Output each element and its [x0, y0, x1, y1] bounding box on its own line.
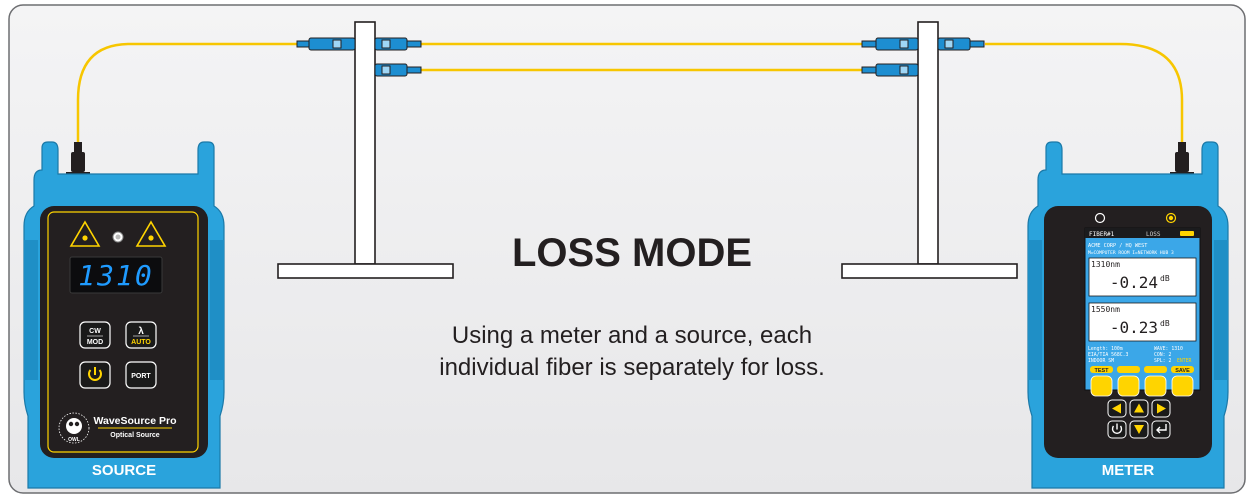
svg-text:SPL: 2: SPL: 2: [1154, 358, 1171, 364]
svg-text:LOSS: LOSS: [1146, 231, 1161, 238]
svg-text:EIA/TIA 568C.3: EIA/TIA 568C.3: [1088, 352, 1129, 358]
softkey-4[interactable]: [1171, 375, 1194, 397]
source-label: SOURCE: [92, 462, 156, 479]
svg-text:FIBER#1: FIBER#1: [1089, 231, 1115, 238]
svg-text:WAVE: 1310: WAVE: 1310: [1154, 346, 1183, 352]
svg-text:dB: dB: [1160, 274, 1170, 283]
wavelength-display-value: 1310: [78, 259, 153, 292]
svg-text:SAVE: SAVE: [1175, 368, 1190, 374]
svg-text:1310nm: 1310nm: [1091, 260, 1120, 269]
svg-text:INDOOR SM: INDOOR SM: [1088, 358, 1114, 364]
meter-device: FIBER#1 LOSS ACME CORP / HQ WEST M=COMPU…: [1027, 141, 1229, 489]
softkey-3[interactable]: [1144, 375, 1167, 397]
status-led: [112, 231, 124, 243]
cw-mod-button[interactable]: CW MOD: [79, 321, 111, 349]
description-line-2: individual fiber is separately for loss.: [439, 354, 825, 381]
svg-text:ACME CORP / HQ WEST: ACME CORP / HQ WEST: [1088, 243, 1147, 249]
svg-text:1550nm: 1550nm: [1091, 305, 1120, 314]
svg-text:dB: dB: [1160, 319, 1170, 328]
source-device: 1310 CW MOD λ AUTO PORT OWL WaveSource P…: [23, 141, 225, 489]
svg-text:ENTER: ENTER: [1177, 358, 1192, 364]
down-arrow-button[interactable]: [1129, 420, 1149, 439]
svg-text:Length: 100m: Length: 100m: [1088, 346, 1123, 352]
description-line-1: Using a meter and a source, each: [452, 322, 812, 349]
diagram-canvas: LOSS MODE Using a meter and a source, ea…: [8, 4, 1246, 494]
brand-name: WaveSource Pro: [93, 415, 176, 427]
svg-text:PORT: PORT: [131, 373, 151, 380]
svg-text:CON: 2: CON: 2: [1154, 352, 1171, 358]
lambda-auto-button[interactable]: λ AUTO: [125, 321, 157, 349]
up-arrow-button[interactable]: [1129, 399, 1149, 418]
svg-text:λ: λ: [138, 326, 144, 337]
reading-1-value: -0.24: [1110, 273, 1158, 292]
port-button[interactable]: PORT: [125, 361, 157, 389]
svg-text:M=COMPUTER ROOM I=NETWORK HUB: M=COMPUTER ROOM I=NETWORK HUB 3: [1088, 250, 1174, 256]
enter-button[interactable]: [1151, 420, 1171, 439]
left-arrow-button[interactable]: [1107, 399, 1127, 418]
softkey-1[interactable]: [1090, 375, 1113, 397]
reading-2-value: -0.23: [1110, 318, 1158, 337]
battery-icon: [1180, 231, 1194, 236]
diagram-title: LOSS MODE: [512, 231, 752, 275]
brand-subtitle: Optical Source: [110, 432, 160, 439]
softkey-2[interactable]: [1117, 375, 1140, 397]
svg-text:AUTO: AUTO: [131, 339, 151, 346]
svg-text:CW: CW: [89, 328, 101, 335]
svg-text:TEST: TEST: [1094, 368, 1109, 374]
right-arrow-button[interactable]: [1151, 399, 1171, 418]
meter-power-button[interactable]: [1107, 420, 1127, 439]
power-button[interactable]: [79, 361, 111, 389]
meter-label: METER: [1102, 462, 1155, 479]
svg-text:OWL: OWL: [68, 437, 80, 443]
loss-mode-diagram: LOSS MODE Using a meter and a source, ea…: [0, 0, 1253, 500]
svg-text:MOD: MOD: [87, 339, 103, 346]
